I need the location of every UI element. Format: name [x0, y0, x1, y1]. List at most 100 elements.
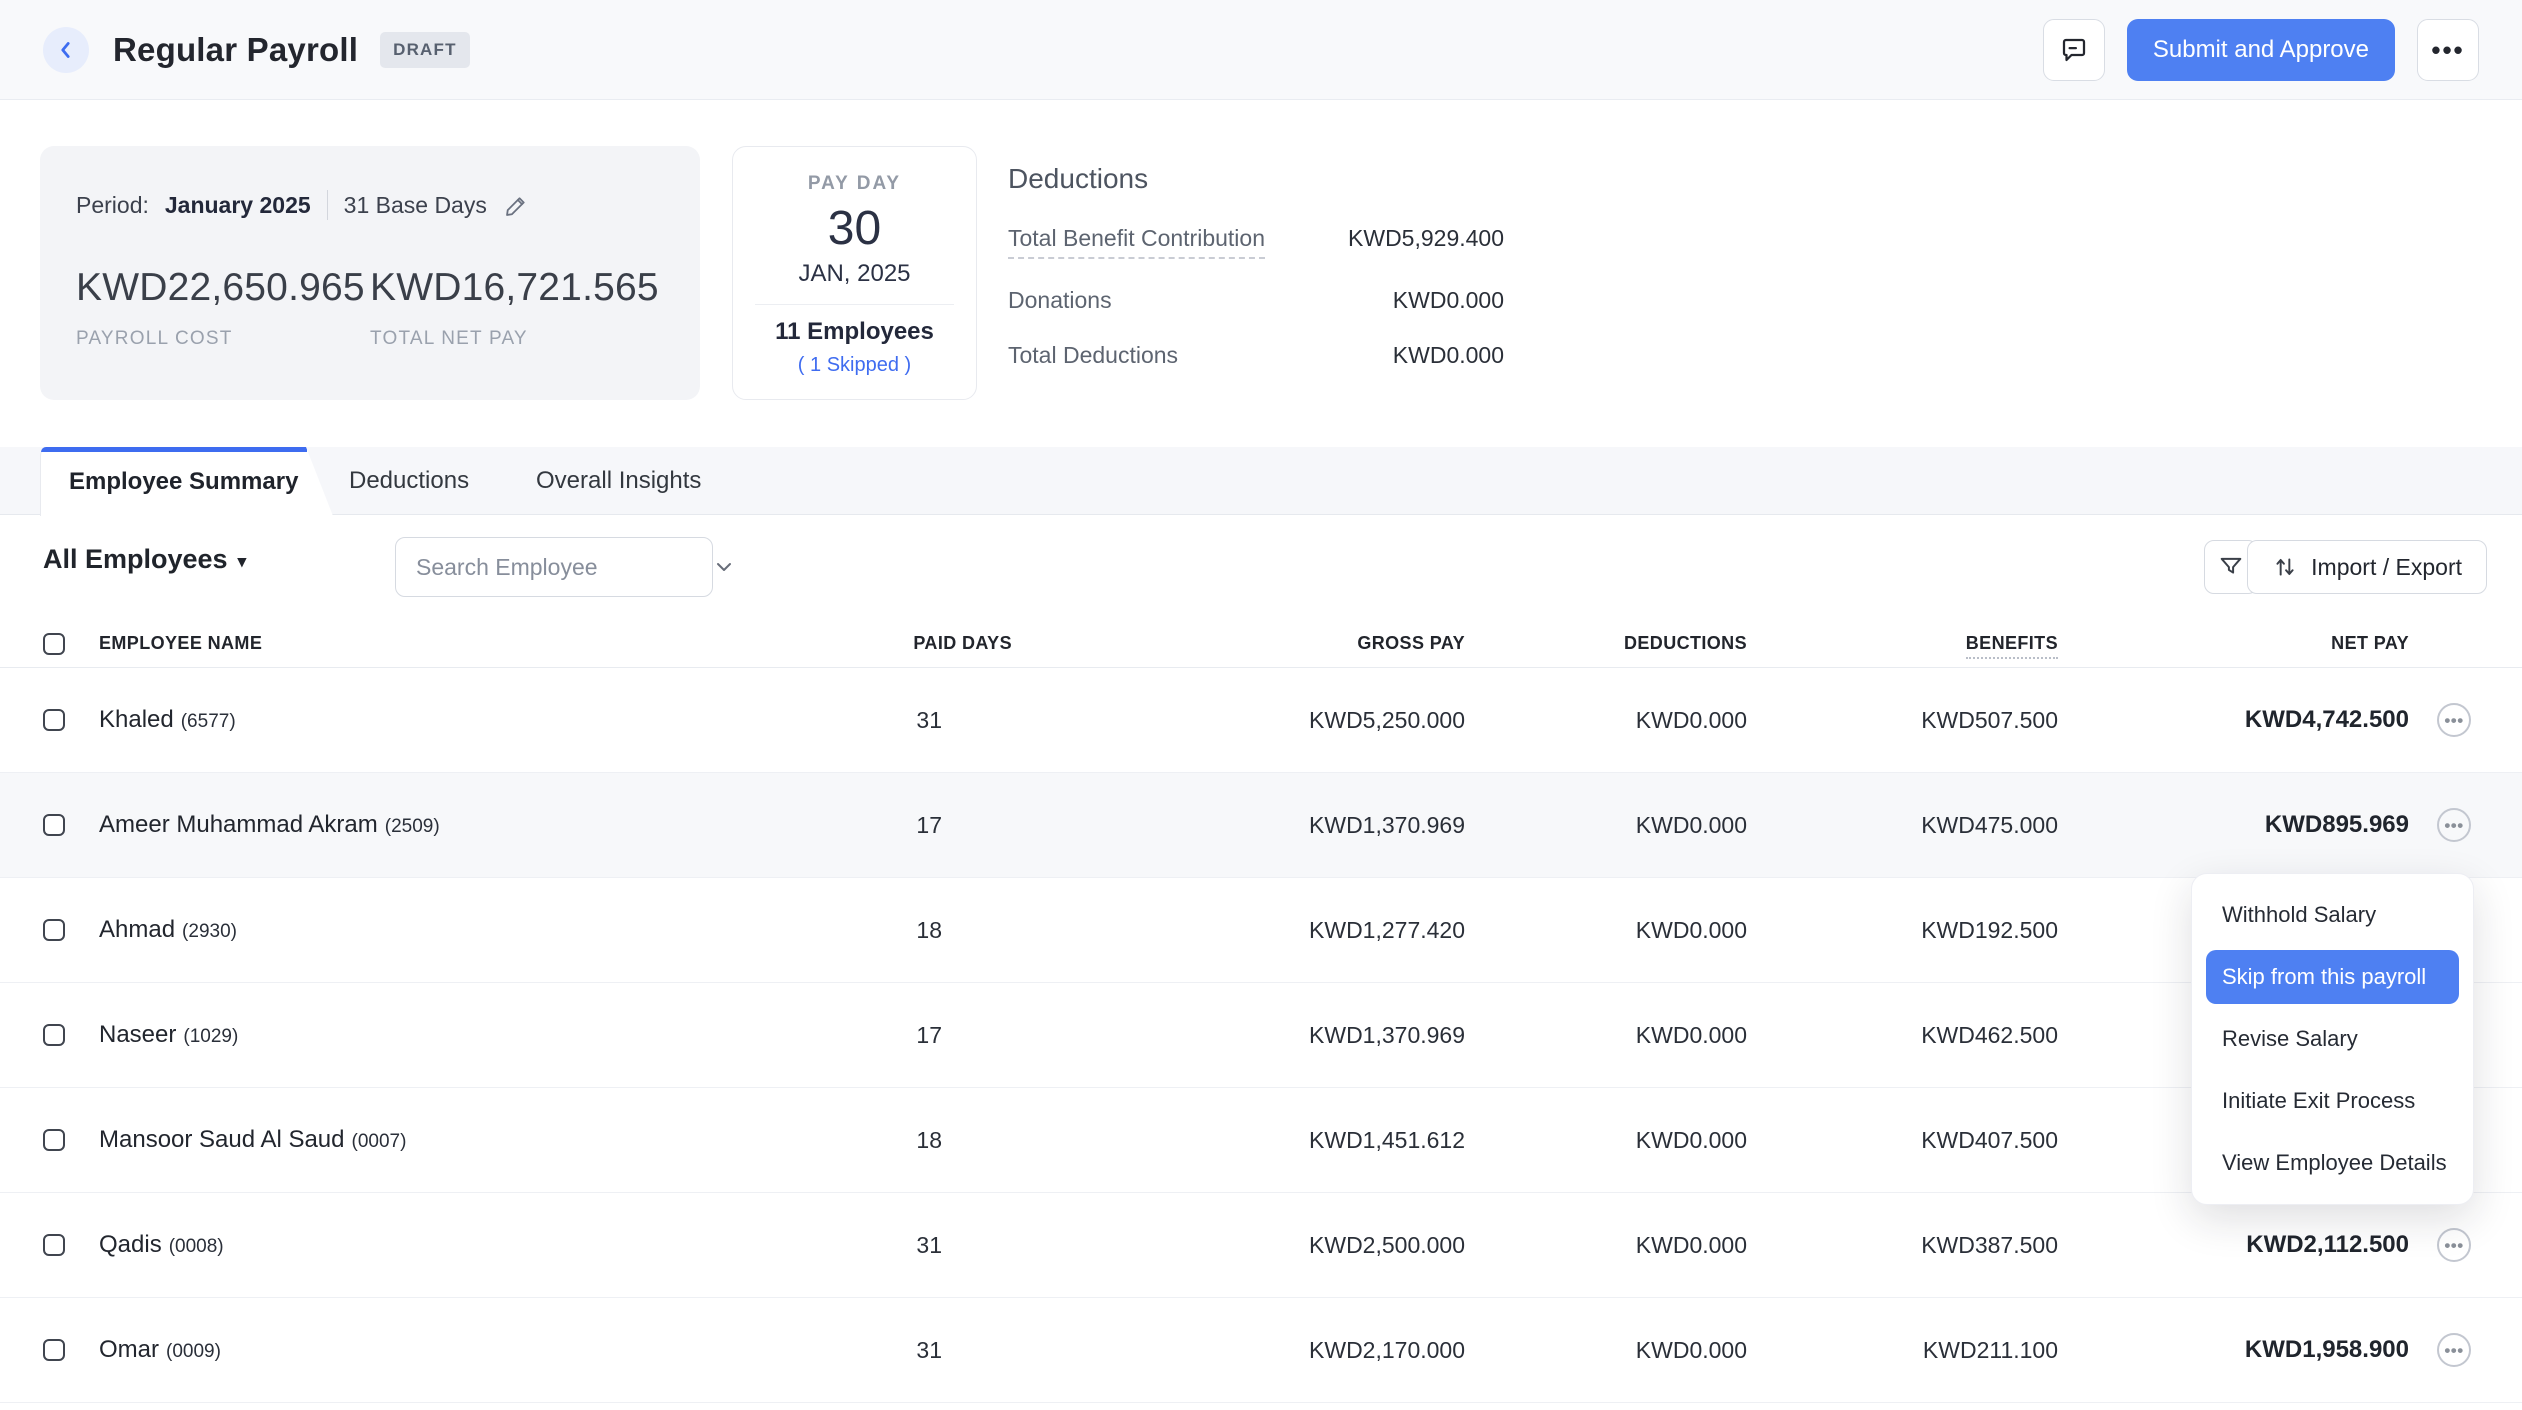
- table-row[interactable]: Naseer (1029) 17 KWD1,370.969 KWD0.000 KW…: [0, 983, 2522, 1088]
- total-net-pay-value: KWD16,721.565: [370, 266, 659, 309]
- payroll-cost-value: KWD22,650.965: [76, 266, 365, 309]
- paid-days-cell: 31: [916, 1336, 942, 1363]
- employee-name: Qadis: [99, 1231, 162, 1258]
- row-actions-button[interactable]: •••: [2437, 808, 2471, 842]
- employee-filter-label: All Employees: [43, 544, 228, 574]
- divider: [755, 304, 954, 305]
- row-context-menu: Withhold Salary Skip from this payroll R…: [2191, 873, 2474, 1205]
- benefits-cell: KWD211.100: [1922, 1336, 2058, 1363]
- payroll-cost-label: PAYROLL COST: [76, 328, 233, 349]
- row-checkbox[interactable]: [43, 1024, 65, 1046]
- chevron-down-icon: [712, 555, 736, 579]
- total-net-pay-block: KWD16,721.565 TOTAL NET PAY: [370, 266, 664, 350]
- row-checkbox[interactable]: [43, 814, 65, 836]
- deductions-cell: KWD0.000: [1635, 1336, 1747, 1363]
- gross-pay-cell: KWD2,170.000: [1309, 1336, 1465, 1363]
- row-actions-button[interactable]: •••: [2437, 1228, 2471, 1262]
- employee-name: Ahmad: [99, 916, 176, 943]
- employee-search-select[interactable]: [395, 537, 731, 597]
- deductions-cell: KWD0.000: [1635, 916, 1747, 943]
- benefits-cell: KWD475.000: [1921, 811, 2058, 838]
- total-benefit-contribution-label: Total Benefit Contribution: [1008, 225, 1265, 259]
- top-header-bar: Regular Payroll DRAFT Submit and Approve…: [0, 0, 2522, 100]
- benefits-cell: KWD507.500: [1921, 706, 2058, 733]
- employee-id: (2509): [384, 816, 440, 837]
- search-input[interactable]: [416, 553, 712, 581]
- employee-id: (1029): [183, 1026, 239, 1047]
- row-checkbox[interactable]: [43, 709, 65, 731]
- submit-and-approve-button[interactable]: Submit and Approve: [2126, 18, 2395, 81]
- employee-id: (0008): [168, 1236, 224, 1257]
- menu-item-initiate-exit-process[interactable]: Initiate Exit Process: [2192, 1070, 2473, 1132]
- deductions-summary-panel: Deductions Total Benefit Contribution KW…: [1008, 163, 1504, 397]
- tab-label: Employee Summary: [69, 468, 299, 495]
- divider: [326, 190, 328, 220]
- table-row[interactable]: Ameer Muhammad Akram (2509) 17 KWD1,370.9…: [0, 773, 2522, 878]
- table-row[interactable]: Mansoor Saud Al Saud (0007) 18 KWD1,451.6…: [0, 1088, 2522, 1193]
- payroll-page: Regular Payroll DRAFT Submit and Approve…: [0, 0, 2522, 1410]
- employee-id: (0009): [166, 1341, 221, 1362]
- period-line: Period: January 2025 31 Base Days: [76, 190, 664, 220]
- column-header-benefits: BENEFITS: [1747, 633, 2058, 659]
- row-actions-button[interactable]: •••: [2437, 703, 2471, 737]
- employee-name: Ameer Muhammad Akram: [99, 811, 378, 838]
- menu-item-withhold-salary[interactable]: Withhold Salary: [2192, 884, 2473, 946]
- funnel-icon: [2217, 553, 2245, 581]
- benefits-cell: KWD407.500: [1921, 1126, 2058, 1153]
- edit-pencil-icon[interactable]: [503, 192, 530, 219]
- column-header-paid-days: PAID DAYS: [913, 633, 1012, 653]
- table-header-row: EMPLOYEE NAME PAID DAYS GROSS PAY DEDUCT…: [0, 620, 2522, 668]
- comment-bubble-icon: [2059, 35, 2089, 65]
- employee-name: Mansoor Saud Al Saud: [99, 1126, 345, 1153]
- deductions-cell: KWD0.000: [1635, 1021, 1747, 1048]
- row-checkbox[interactable]: [43, 1339, 65, 1361]
- row-checkbox[interactable]: [43, 1234, 65, 1256]
- row-checkbox[interactable]: [43, 1129, 65, 1151]
- table-row[interactable]: Omar (0009) 31 KWD2,170.000 KWD0.000 KWD2…: [0, 1298, 2522, 1403]
- gross-pay-cell: KWD1,370.969: [1309, 1021, 1465, 1048]
- row-checkbox[interactable]: [43, 919, 65, 941]
- net-pay-cell: KWD895.969: [2264, 811, 2409, 838]
- row-actions-button[interactable]: •••: [2437, 1333, 2471, 1367]
- comments-button[interactable]: [2042, 18, 2105, 81]
- select-all-checkbox[interactable]: [43, 632, 65, 655]
- table-row[interactable]: Qadis (0008) 31 KWD2,500.000 KWD0.000 KWD…: [0, 1193, 2522, 1298]
- gross-pay-cell: KWD1,451.612: [1309, 1126, 1465, 1153]
- menu-item-view-employee-details[interactable]: View Employee Details: [2192, 1132, 2473, 1194]
- caret-down-icon: ▾: [237, 551, 247, 571]
- deductions-cell: KWD0.000: [1635, 1231, 1747, 1258]
- deduction-row: Donations KWD0.000: [1008, 287, 1504, 314]
- paid-days-cell: 17: [916, 1021, 942, 1048]
- table-body: Khaled (6577) 31 KWD5,250.000 KWD0.000 KW…: [0, 668, 2522, 1403]
- skipped-employees-link[interactable]: ( 1 Skipped ): [733, 354, 976, 377]
- tab-overall-insights[interactable]: Overall Insights: [536, 447, 701, 515]
- payday-month-year: JAN, 2025: [798, 260, 911, 287]
- menu-item-revise-salary[interactable]: Revise Salary: [2192, 1008, 2473, 1070]
- import-export-button[interactable]: Import / Export: [2247, 540, 2487, 594]
- gross-pay-cell: KWD1,370.969: [1309, 811, 1465, 838]
- total-deductions-value: KWD0.000: [1392, 342, 1504, 368]
- benefits-cell: KWD462.500: [1921, 1021, 2058, 1048]
- tab-employee-summary[interactable]: Employee Summary: [40, 447, 333, 516]
- page-title: Regular Payroll: [113, 30, 359, 68]
- employee-id: (2930): [182, 921, 237, 942]
- payday-card: PAY DAY 30 JAN, 2025 11 Employees ( 1 Sk…: [732, 146, 977, 400]
- back-button[interactable]: [43, 26, 89, 73]
- deduction-row: Total Benefit Contribution KWD5,929.400: [1008, 225, 1504, 259]
- column-header-employee-name: EMPLOYEE NAME: [99, 633, 263, 653]
- tab-bar: Employee Summary Deductions Overall Insi…: [0, 447, 2522, 516]
- total-deductions-label: Total Deductions: [1008, 342, 1179, 368]
- tab-deductions[interactable]: Deductions: [349, 447, 469, 515]
- table-row[interactable]: Khaled (6577) 31 KWD5,250.000 KWD0.000 KW…: [0, 668, 2522, 773]
- employee-filter-dropdown[interactable]: All Employees ▾: [43, 544, 246, 575]
- deduction-row: Total Deductions KWD0.000: [1008, 342, 1504, 369]
- deductions-cell: KWD0.000: [1635, 1126, 1747, 1153]
- total-net-pay-label: TOTAL NET PAY: [370, 328, 528, 349]
- menu-item-skip-from-payroll[interactable]: Skip from this payroll: [2206, 950, 2459, 1004]
- list-controls: All Employees ▾ Import / Export: [43, 528, 2487, 606]
- donations-label: Donations: [1008, 287, 1112, 313]
- table-row[interactable]: Ahmad (2930) 18 KWD1,277.420 KWD0.000 KWD…: [0, 878, 2522, 983]
- more-options-button[interactable]: •••: [2417, 18, 2479, 81]
- column-header-gross-pay: GROSS PAY: [1357, 633, 1465, 653]
- gross-pay-cell: KWD1,277.420: [1309, 916, 1465, 943]
